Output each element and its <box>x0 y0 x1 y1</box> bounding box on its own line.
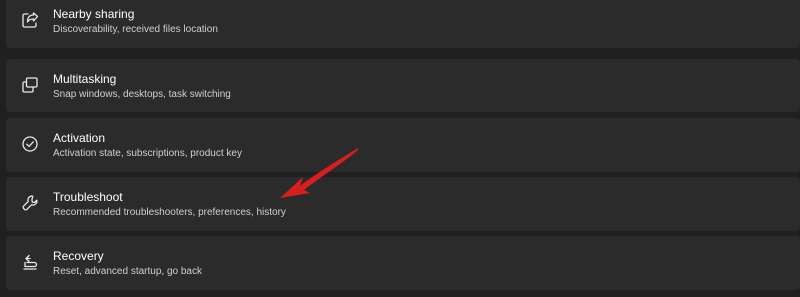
checkmark-circle-icon <box>20 134 40 154</box>
settings-item-description: Snap windows, desktops, task switching <box>53 89 231 100</box>
settings-item-title: Recovery <box>53 249 104 263</box>
settings-item-troubleshoot[interactable]: Troubleshoot Recommended troubleshooters… <box>6 177 800 231</box>
settings-item-description: Recommended troubleshooters, preferences… <box>53 207 286 218</box>
share-icon <box>20 10 40 30</box>
settings-list: Nearby sharing Discoverability, received… <box>0 0 800 297</box>
settings-item-recovery[interactable]: Recovery Reset, advanced startup, go bac… <box>6 236 800 290</box>
settings-item-nearby-sharing[interactable]: Nearby sharing Discoverability, received… <box>6 0 800 48</box>
settings-item-activation[interactable]: Activation Activation state, subscriptio… <box>6 118 800 172</box>
multitasking-icon <box>20 75 40 95</box>
settings-item-description: Discoverability, received files location <box>53 24 218 35</box>
settings-item-title: Troubleshoot <box>53 190 123 204</box>
settings-item-title: Multitasking <box>53 72 117 86</box>
settings-item-title: Activation <box>53 131 106 145</box>
settings-item-title: Nearby sharing <box>53 7 135 21</box>
recovery-icon <box>20 252 40 272</box>
settings-item-description: Activation state, subscriptions, product… <box>53 148 242 159</box>
wrench-icon <box>20 193 40 213</box>
settings-item-description: Reset, advanced startup, go back <box>53 266 202 277</box>
settings-item-multitasking[interactable]: Multitasking Snap windows, desktops, tas… <box>6 59 800 112</box>
